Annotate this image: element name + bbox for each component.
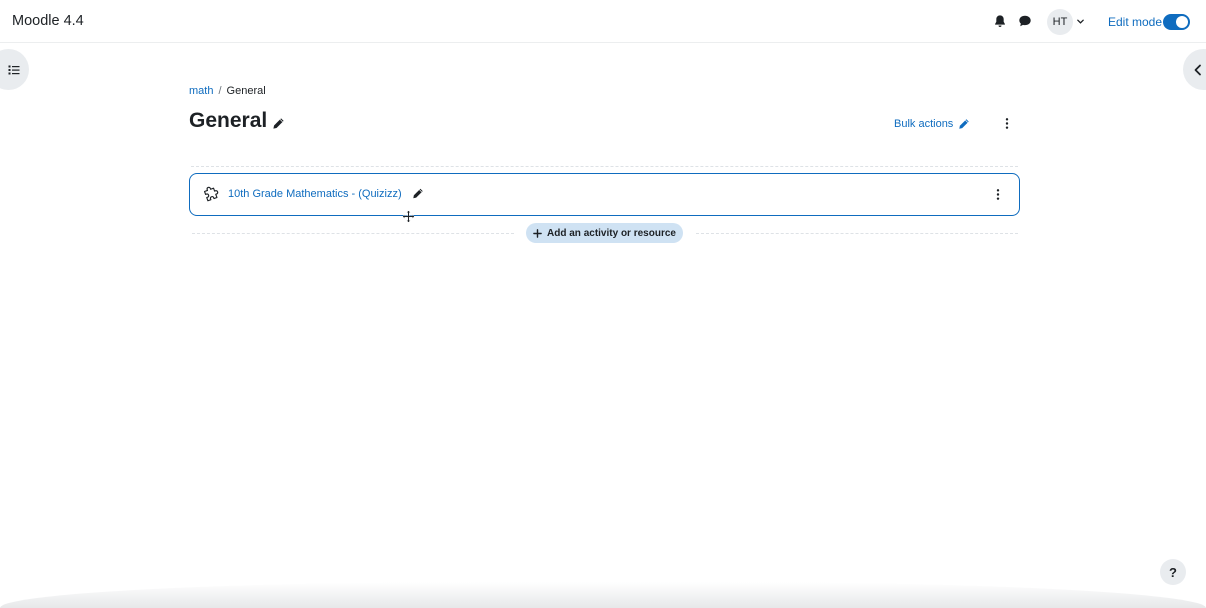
breadcrumb-separator: / [218,85,222,97]
breadcrumb: math / General [189,85,266,97]
pencil-icon[interactable] [958,118,970,130]
activity-item[interactable]: 10th Grade Mathematics - (Quizizz) [189,173,1020,216]
chevron-left-icon [1194,64,1201,75]
activity-name-link[interactable]: 10th Grade Mathematics - (Quizizz) [228,188,402,200]
bottom-edge-shadow [0,582,1206,608]
top-navbar: Moodle 4.4 HT Edit mode [0,0,1206,43]
section-divider [696,233,1018,234]
page-title: General [189,109,268,132]
section-divider [191,166,1018,167]
edit-mode-toggle[interactable] [1163,14,1190,30]
help-button[interactable]: ? [1160,559,1186,585]
messages-chat-icon[interactable] [1018,14,1032,28]
pencil-icon[interactable] [412,187,424,200]
course-index-drawer-toggle[interactable] [0,49,29,90]
chevron-down-icon[interactable] [1076,17,1085,26]
bulk-actions-link[interactable]: Bulk actions [894,118,953,130]
toggle-knob [1176,16,1188,28]
puzzle-piece-icon [203,186,219,202]
add-activity-label: Add an activity or resource [547,227,676,239]
course-section-page: Moodle 4.4 HT Edit mode math / General G… [0,0,1206,608]
plus-icon [533,228,542,238]
move-cursor-icon [402,210,415,223]
site-brand[interactable]: Moodle 4.4 [12,13,84,29]
breadcrumb-course-link[interactable]: math [189,85,213,97]
kebab-menu-icon[interactable] [1003,117,1011,130]
add-activity-button[interactable]: Add an activity or resource [526,223,683,243]
edit-mode-label: Edit mode [1108,15,1163,29]
section-divider [192,233,514,234]
block-drawer-toggle[interactable] [1183,49,1206,90]
breadcrumb-current: General [226,85,266,97]
list-icon [8,65,20,74]
notifications-bell-icon[interactable] [993,14,1007,28]
pencil-icon[interactable] [272,117,285,130]
user-avatar[interactable]: HT [1047,9,1073,35]
kebab-menu-icon[interactable] [994,188,1002,201]
